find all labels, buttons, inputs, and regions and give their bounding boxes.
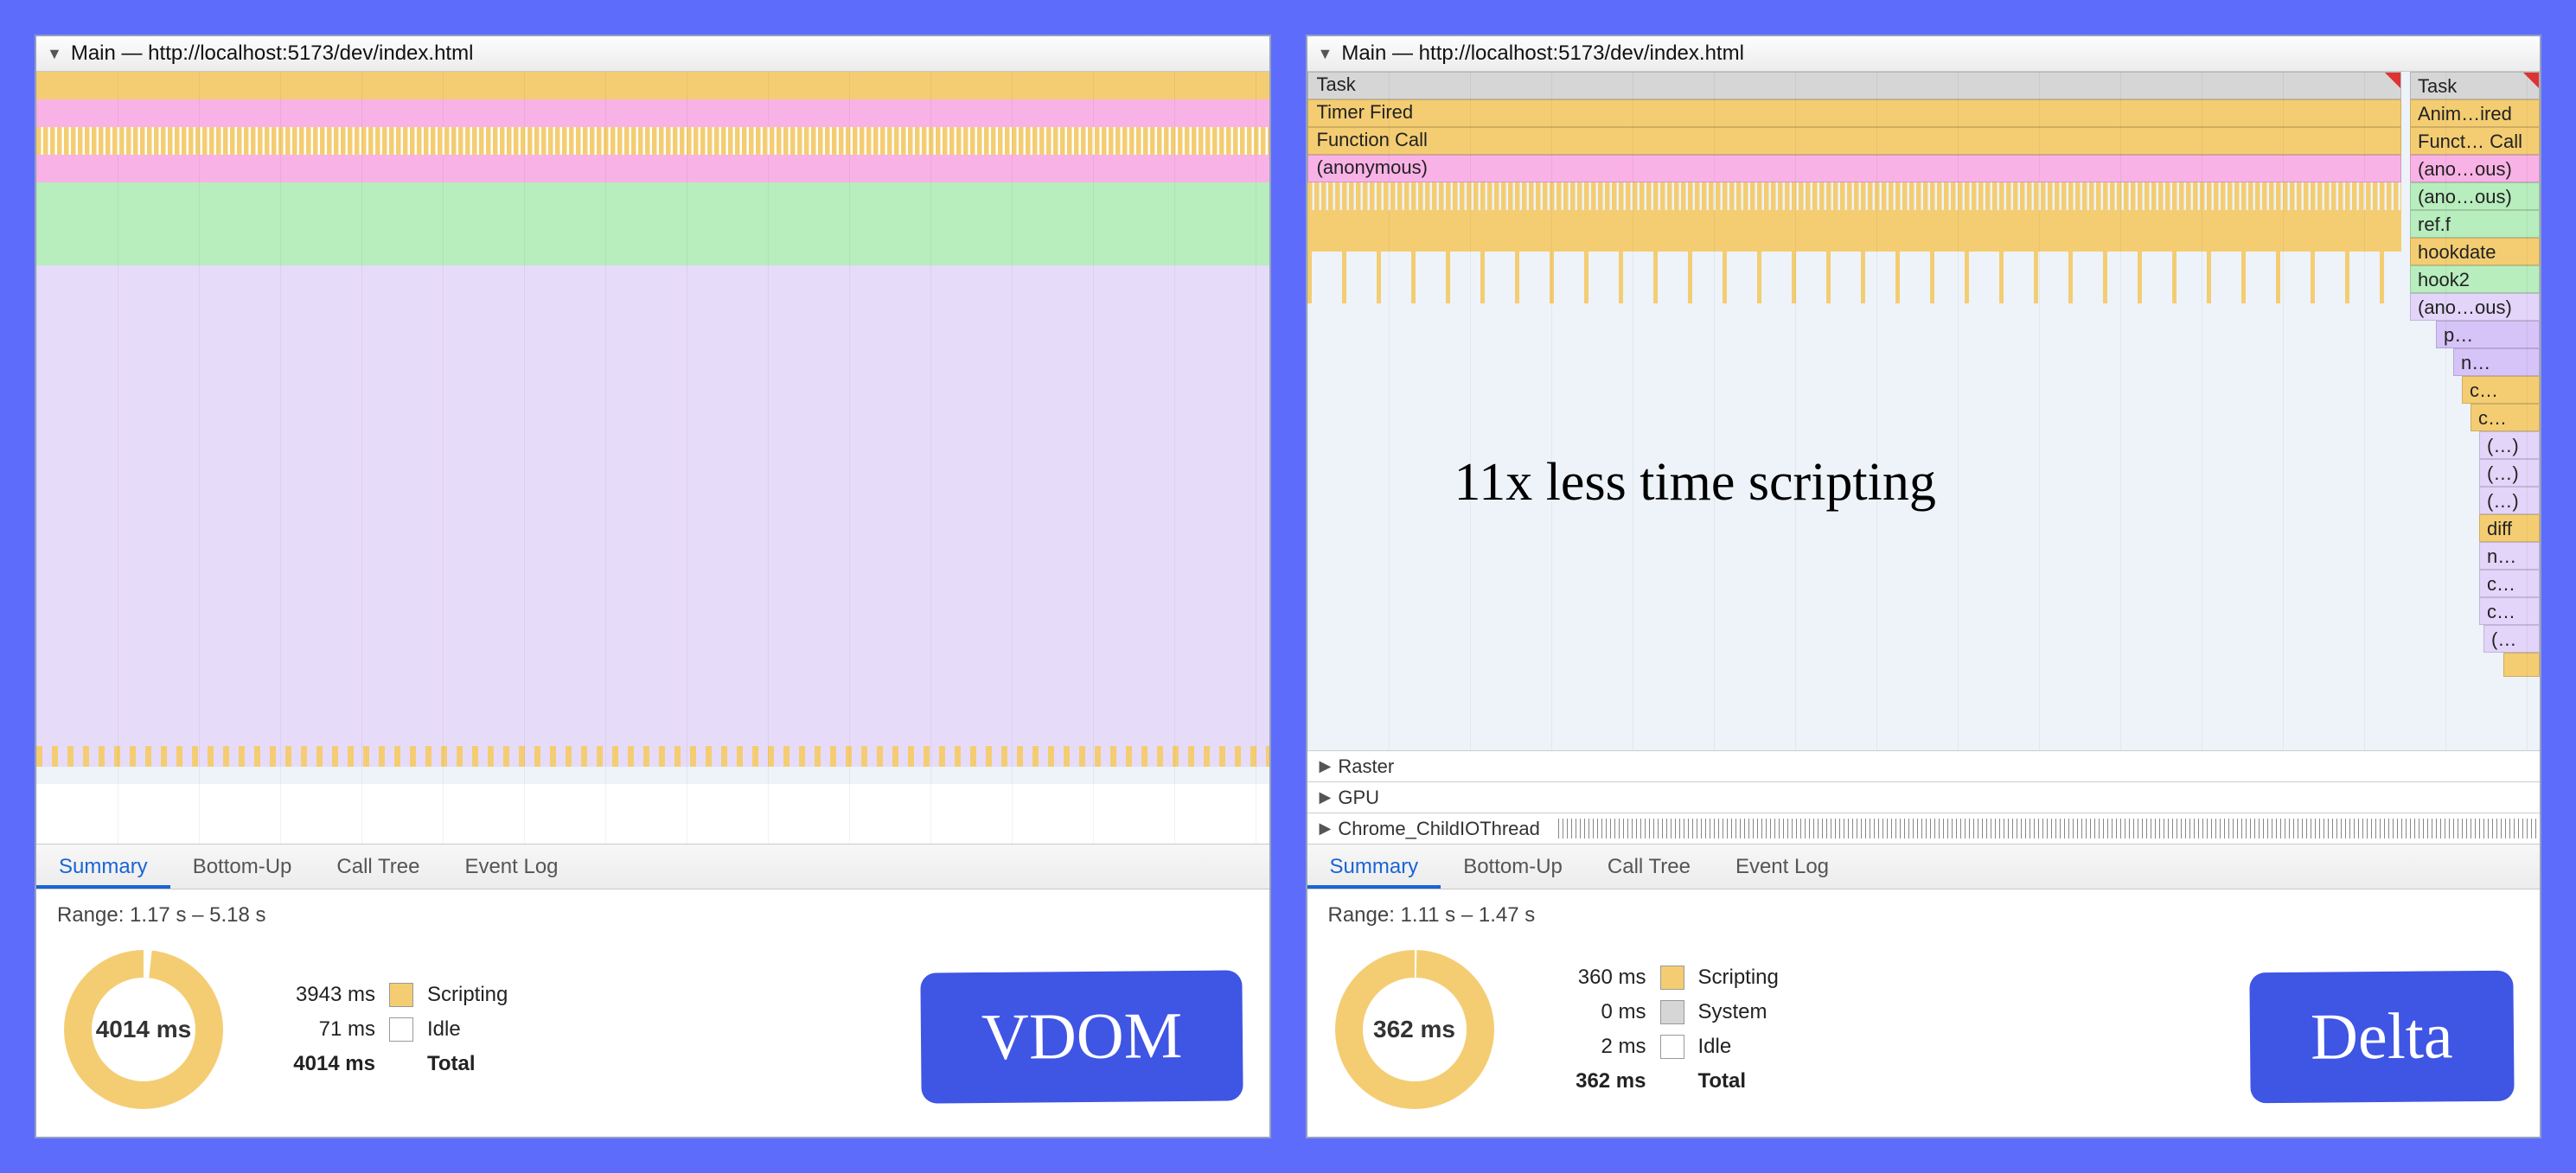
track-childio[interactable]: ▶ Chrome_ChildIOThread [1307,813,2541,844]
tab-summary[interactable]: Summary [36,845,170,889]
legend-row: 360 ms Scripting [1543,960,1779,995]
legend-row: 71 ms Idle [272,1012,508,1047]
legend-left: 3943 ms Scripting 71 ms Idle 4014 ms Tot… [272,978,508,1081]
thread-header-right[interactable]: ▼ Main — http://localhost:5173/dev/index… [1307,36,2541,72]
tabs-right: Summary Bottom-Up Call Tree Event Log [1307,844,2541,889]
tab-summary[interactable]: Summary [1307,845,1441,889]
summary-left: Range: 1.17 s – 5.18 s 4014 ms 3943 ms S… [36,889,1269,1137]
donut-right: 362 ms [1328,943,1501,1116]
panel-delta: ▼ Main — http://localhost:5173/dev/index… [1306,35,2542,1138]
track-label: GPU [1338,787,1379,809]
chevron-right-icon: ▶ [1320,788,1332,806]
summary-right: Range: 1.11 s – 1.47 s 362 ms 360 ms Scr… [1307,889,2541,1137]
legend-row: 3943 ms Scripting [272,978,508,1012]
flame-chart-right[interactable]: Task Timer Fired Function Call (anonymou… [1307,72,2541,750]
range-label: Range: 1.11 s – 1.47 s [1328,903,2520,928]
track-gpu[interactable]: ▶ GPU [1307,781,2541,813]
chevron-right-icon: ▶ [1320,819,1332,838]
track-label: Raster [1338,755,1394,778]
tabs-left: Summary Bottom-Up Call Tree Event Log [36,844,1269,889]
thread-title: Main — http://localhost:5173/dev/index.h… [71,41,474,66]
legend-row-total: 362 ms Total [1543,1064,1779,1099]
comparison-row: ▼ Main — http://localhost:5173/dev/index… [35,35,2541,1138]
chevron-right-icon: ▶ [1320,757,1332,775]
badge-vdom: VDOM [921,970,1244,1103]
donut-left: 4014 ms [57,943,230,1116]
tab-event-log[interactable]: Event Log [442,845,580,889]
tab-bottom-up[interactable]: Bottom-Up [1441,845,1585,889]
thread-header-left[interactable]: ▼ Main — http://localhost:5173/dev/index… [36,36,1269,72]
tab-call-tree[interactable]: Call Tree [314,845,442,889]
swatch-scripting [1660,966,1684,990]
swatch-system [1660,1000,1684,1024]
chevron-down-icon: ▼ [1318,45,1333,63]
thread-title: Main — http://localhost:5173/dev/index.h… [1341,41,1744,66]
track-ticks [1558,819,2537,838]
swatch-idle [389,1017,413,1042]
range-label: Range: 1.17 s – 5.18 s [57,903,1249,928]
tab-call-tree[interactable]: Call Tree [1585,845,1713,889]
legend-row-total: 4014 ms Total [272,1047,508,1081]
chevron-down-icon: ▼ [47,45,62,63]
track-raster[interactable]: ▶ Raster [1307,750,2541,781]
badge-delta: Delta [2250,971,2515,1104]
donut-center: 362 ms [1328,943,1501,1116]
flame-chart-left[interactable] [36,72,1269,844]
legend-row: 2 ms Idle [1543,1030,1779,1064]
swatch-scripting [389,983,413,1007]
donut-center: 4014 ms [57,943,230,1116]
swatch-idle [1660,1035,1684,1059]
tab-event-log[interactable]: Event Log [1713,845,1851,889]
legend-row: 0 ms System [1543,995,1779,1030]
track-label: Chrome_ChildIOThread [1338,818,1540,840]
legend-right: 360 ms Scripting 0 ms System 2 ms Idle [1543,960,1779,1099]
panel-vdom: ▼ Main — http://localhost:5173/dev/index… [35,35,1271,1138]
tab-bottom-up[interactable]: Bottom-Up [170,845,315,889]
